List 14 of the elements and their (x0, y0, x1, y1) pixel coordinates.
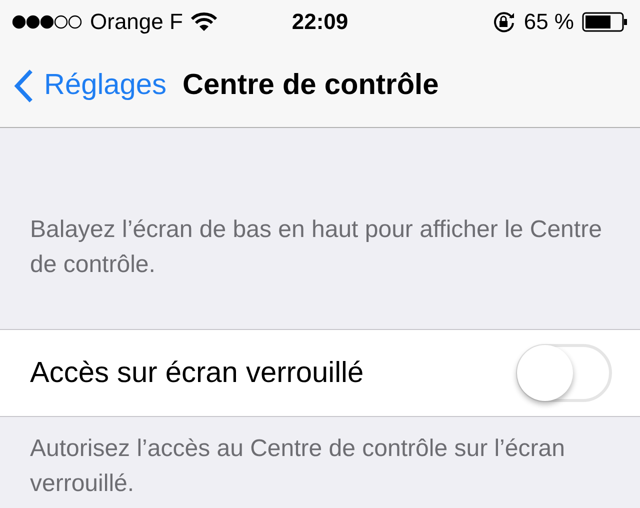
back-chevron-icon (14, 68, 34, 102)
back-button[interactable]: Réglages (14, 68, 167, 102)
wifi-icon (190, 12, 217, 32)
signal-icon (12, 14, 82, 30)
battery-icon (582, 12, 628, 32)
carrier-name: Orange F (90, 9, 183, 35)
rotation-lock-icon (492, 10, 516, 34)
battery-percent: 65 % (524, 9, 574, 35)
screen-title: Centre de contrôle (182, 69, 439, 102)
clock-time: 22:09 (292, 9, 348, 35)
toggle-switch[interactable] (516, 344, 612, 402)
setting-label: Accès sur écran verrouillé (30, 356, 364, 390)
section-note: Balayez l’écran de bas en haut pour afficher le Centre de contrôle. (29, 215, 603, 280)
section-note: Autorisez l’accès au Centre de contrôle sur l’écran verrouillé. (29, 434, 566, 499)
